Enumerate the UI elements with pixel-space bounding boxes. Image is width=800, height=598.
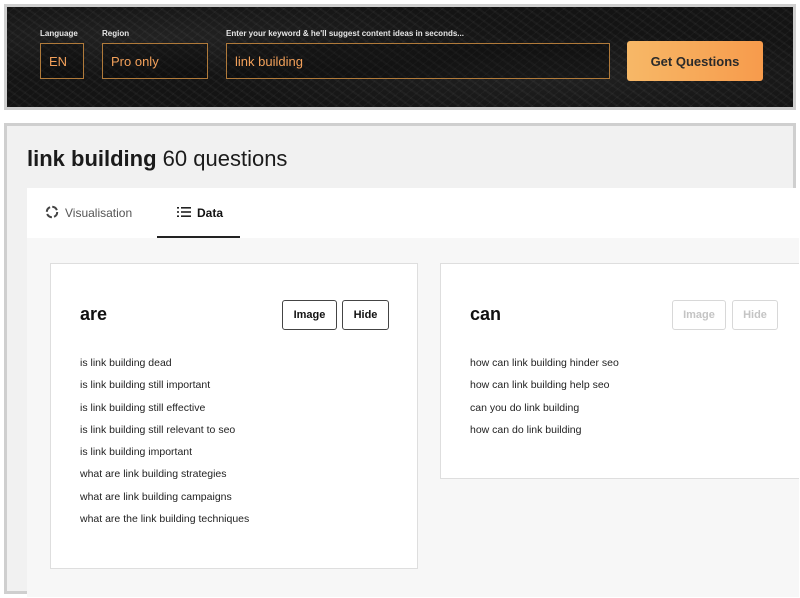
question-item[interactable]: is link building still relevant to seo bbox=[80, 423, 249, 445]
question-card-are: are Image Hide is link building dead is … bbox=[50, 263, 418, 569]
view-tabs: Visualisation Data bbox=[27, 188, 799, 239]
image-button[interactable]: Image bbox=[282, 300, 337, 330]
question-item[interactable]: is link building still important bbox=[80, 378, 249, 400]
image-button[interactable]: Image bbox=[672, 300, 726, 330]
question-item[interactable]: what are link building strategies bbox=[80, 467, 249, 489]
region-select[interactable]: Pro only bbox=[102, 43, 208, 79]
language-label: Language bbox=[40, 29, 78, 38]
hide-button[interactable]: Hide bbox=[732, 300, 778, 330]
question-item[interactable]: can you do link building bbox=[470, 401, 619, 423]
region-label: Region bbox=[102, 29, 130, 38]
question-item[interactable]: how can do link building bbox=[470, 423, 619, 445]
tab-visualisation-label: Visualisation bbox=[65, 206, 133, 220]
hide-button[interactable]: Hide bbox=[342, 300, 389, 330]
list-icon bbox=[177, 206, 191, 221]
cards-area: are Image Hide is link building dead is … bbox=[27, 238, 799, 597]
question-card-can: can Image Hide how can link building hin… bbox=[440, 263, 799, 479]
question-item[interactable]: what are link building campaigns bbox=[80, 490, 249, 512]
question-list: is link building dead is link building s… bbox=[80, 356, 249, 534]
card-title: can bbox=[470, 304, 502, 324]
question-item[interactable]: what are the link building techniques bbox=[80, 512, 249, 534]
tab-data[interactable]: Data bbox=[177, 188, 223, 238]
page-title: link building 60 questions bbox=[27, 146, 287, 172]
get-questions-button[interactable]: Get Questions bbox=[627, 41, 763, 81]
question-item[interactable]: is link building dead bbox=[80, 356, 249, 378]
search-panel: Language EN Region Pro only Enter your k… bbox=[4, 4, 796, 110]
question-item[interactable]: how can link building hinder seo bbox=[470, 356, 619, 378]
keyword-label: Enter your keyword & he'll suggest conte… bbox=[226, 29, 464, 38]
question-item[interactable]: is link building still effective bbox=[80, 401, 249, 423]
circle-dots-icon bbox=[45, 205, 59, 222]
results-panel: link building 60 questions Visualisation bbox=[4, 123, 799, 597]
tab-visualisation[interactable]: Visualisation bbox=[45, 188, 132, 238]
keyword-title: link building bbox=[27, 146, 157, 171]
question-item[interactable]: is link building important bbox=[80, 445, 249, 467]
question-item[interactable]: how can link building help seo bbox=[470, 378, 619, 400]
language-select[interactable]: EN bbox=[40, 43, 84, 79]
keyword-input[interactable]: link building bbox=[226, 43, 610, 79]
question-list: how can link building hinder seo how can… bbox=[470, 356, 619, 445]
question-count: 60 questions bbox=[162, 146, 288, 171]
card-title: are bbox=[80, 304, 108, 324]
tab-data-label: Data bbox=[197, 206, 224, 220]
